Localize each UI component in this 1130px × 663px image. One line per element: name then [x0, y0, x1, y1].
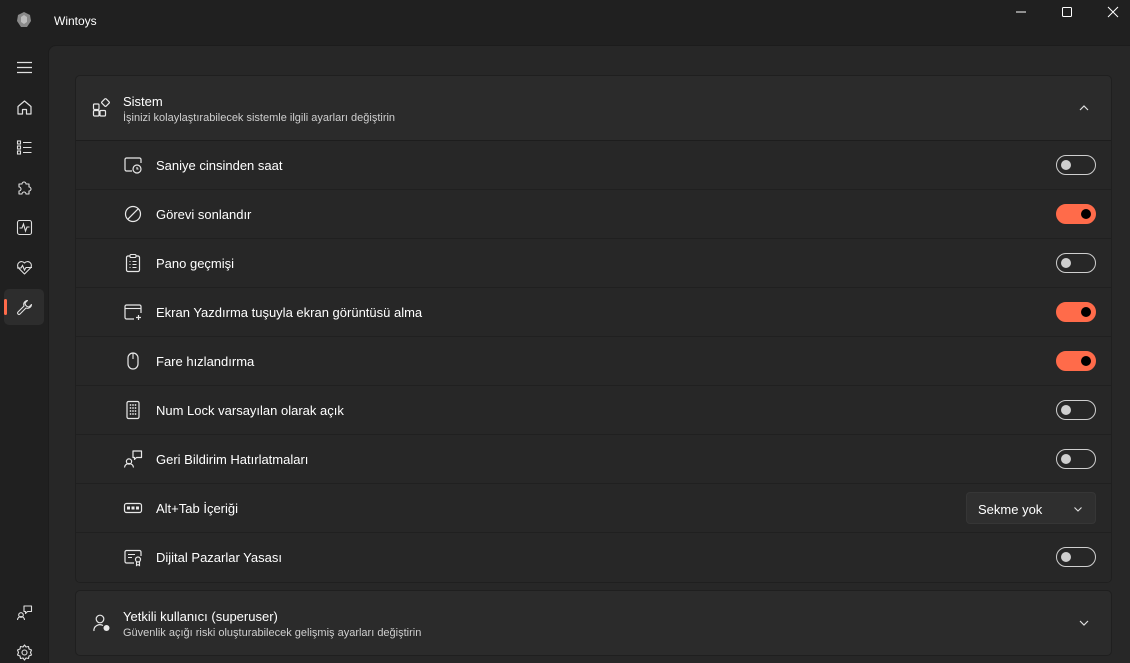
toggle-knob	[1081, 307, 1091, 317]
saniye-toggle[interactable]	[1056, 155, 1096, 175]
setting-label: Pano geçmişi	[156, 256, 235, 271]
minimize-icon	[1016, 11, 1026, 13]
hamburger-menu-icon	[16, 61, 32, 73]
toggle-knob	[1081, 209, 1091, 219]
nav-feedback[interactable]	[4, 594, 44, 630]
numpad-icon	[126, 400, 140, 420]
setting-label: Saniye cinsinden saat	[156, 158, 283, 173]
geri-bildirim-toggle[interactable]	[1056, 449, 1096, 469]
dijital-toggle[interactable]	[1056, 547, 1096, 567]
setting-row-saniye: Saniye cinsinden saat	[76, 141, 1111, 190]
nav-settings[interactable]	[4, 634, 44, 663]
setting-row-alt-tab: Alt+Tab İçeriği Sekme yok	[76, 484, 1111, 533]
certificate-icon	[124, 549, 142, 567]
dropdown-value: Sekme yok	[978, 502, 1043, 517]
menu-toggle-button[interactable]	[4, 49, 44, 85]
screenshot-icon	[124, 304, 142, 320]
wrench-icon	[16, 299, 32, 315]
wintoys-logo-icon	[17, 12, 31, 27]
mouse-icon	[127, 352, 139, 370]
superuser-title: Yetkili kullanıcı (superuser)	[123, 609, 278, 624]
setting-row-numlock: Num Lock varsayılan olarak açık	[76, 386, 1111, 435]
setting-label: Fare hızlandırma	[156, 354, 255, 369]
superuser-subtitle: Güvenlik açığı riski oluşturabilecek gel…	[123, 627, 422, 639]
setting-label: Dijital Pazarlar Yasası	[156, 550, 282, 565]
sistem-settings-list: Saniye cinsinden saat Görevi sonlandır P…	[76, 140, 1111, 582]
clock-window-icon	[124, 157, 142, 174]
toggle-knob	[1061, 258, 1071, 268]
feedback-icon	[16, 604, 32, 620]
alt-tab-dropdown[interactable]: Sekme yok	[966, 492, 1096, 524]
sistem-title: Sistem	[123, 94, 163, 109]
gorevi-toggle[interactable]	[1056, 204, 1096, 224]
apps-list-icon	[16, 139, 31, 155]
toggle-knob	[1061, 160, 1071, 170]
setting-label: Geri Bildirim Hatırlatmaları	[156, 452, 309, 467]
superuser-expander: Yetkili kullanıcı (superuser) Güvenlik a…	[75, 590, 1112, 656]
setting-row-geri-bildirim: Geri Bildirim Hatırlatmaları	[76, 435, 1111, 484]
ekran-toggle[interactable]	[1056, 302, 1096, 322]
sistem-subtitle: İşinizi kolaylaştırabilecek sistemle ilg…	[123, 112, 396, 124]
maximize-icon	[1062, 7, 1072, 17]
active-indicator	[4, 299, 7, 315]
alt-tab-icon	[123, 502, 143, 514]
fare-toggle[interactable]	[1056, 351, 1096, 371]
chevron-down-icon[interactable]	[1077, 616, 1091, 630]
setting-row-fare: Fare hızlandırma	[76, 337, 1111, 386]
feedback-person-icon	[123, 450, 143, 468]
navigation-sidebar	[0, 45, 48, 663]
home-icon	[16, 99, 32, 115]
nav-tools[interactable]	[4, 289, 44, 325]
title-bar: Wintoys	[0, 0, 1130, 45]
setting-row-ekran: Ekran Yazdırma tuşuyla ekran görüntüsü a…	[76, 288, 1111, 337]
puzzle-icon	[17, 180, 32, 195]
app-title: Wintoys	[54, 14, 97, 28]
apps-add-icon	[92, 98, 110, 117]
setting-label: Ekran Yazdırma tuşuyla ekran görüntüsü a…	[156, 305, 423, 320]
numlock-toggle[interactable]	[1056, 400, 1096, 420]
maximize-button[interactable]	[1044, 0, 1090, 24]
toggle-knob	[1061, 552, 1071, 562]
sistem-expander: Sistem İşinizi kolaylaştırabilecek siste…	[75, 75, 1112, 583]
toggle-knob	[1061, 405, 1071, 415]
setting-row-gorevi: Görevi sonlandır	[76, 190, 1111, 239]
toggle-knob	[1061, 454, 1071, 464]
superuser-header[interactable]: Yetkili kullanıcı (superuser) Güvenlik a…	[76, 591, 1111, 655]
settings-icon	[16, 643, 32, 661]
close-button[interactable]	[1090, 0, 1130, 24]
toggle-knob	[1081, 356, 1091, 366]
minimize-button[interactable]	[998, 0, 1044, 24]
chevron-down-icon	[1074, 507, 1082, 512]
setting-label: Alt+Tab İçeriği	[156, 501, 239, 516]
sistem-header[interactable]: Sistem İşinizi kolaylaştırabilecek siste…	[76, 76, 1111, 140]
performance-icon	[16, 219, 32, 235]
nav-performance[interactable]	[4, 209, 44, 245]
setting-row-dijital: Dijital Pazarlar Yasası	[76, 533, 1111, 582]
setting-label: Num Lock varsayılan olarak açık	[156, 403, 344, 418]
superuser-icon	[93, 614, 110, 632]
clipboard-icon	[125, 253, 141, 273]
setting-row-pano: Pano geçmişi	[76, 239, 1111, 288]
setting-label: Görevi sonlandır	[156, 207, 252, 222]
pano-toggle[interactable]	[1056, 253, 1096, 273]
nav-extensions[interactable]	[4, 169, 44, 205]
nav-home[interactable]	[4, 89, 44, 125]
content-area: Sistem İşinizi kolaylaştırabilecek siste…	[48, 45, 1130, 663]
close-icon	[1107, 6, 1119, 18]
chevron-up-icon[interactable]	[1077, 101, 1091, 115]
prohibited-icon	[124, 205, 142, 223]
nav-health[interactable]	[4, 249, 44, 285]
nav-apps[interactable]	[4, 129, 44, 165]
health-icon	[16, 260, 32, 275]
